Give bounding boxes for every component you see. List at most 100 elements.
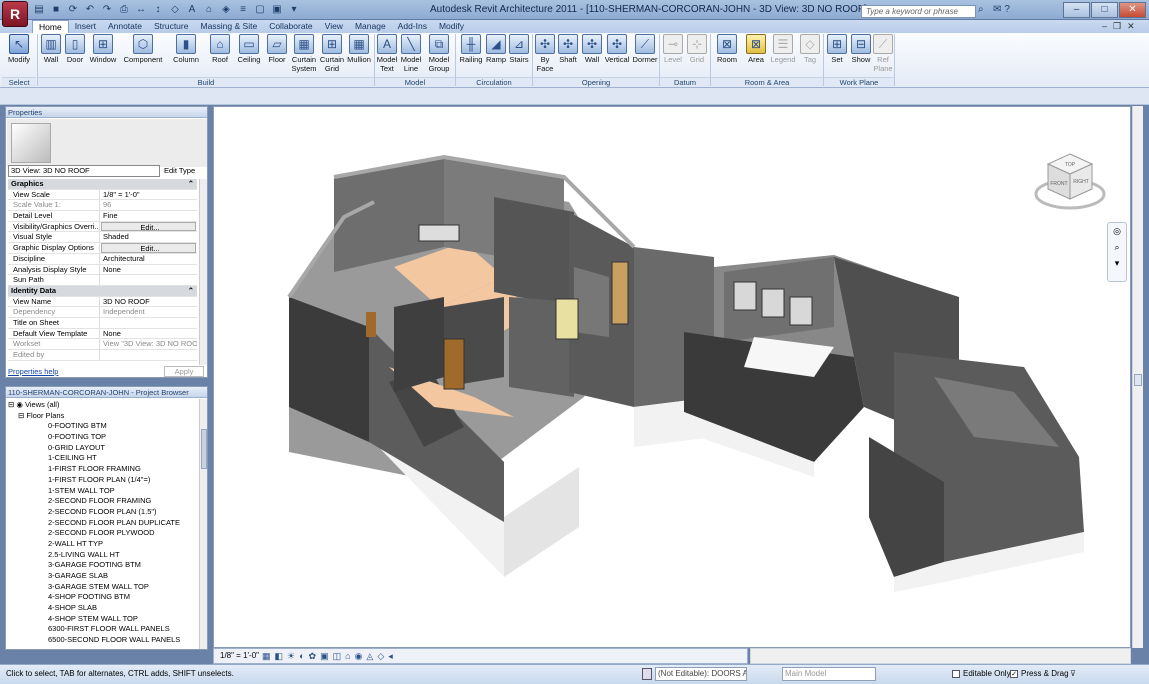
mullion-button[interactable]: ▦ Mullion bbox=[346, 34, 372, 74]
door-button[interactable]: ▯ Door bbox=[64, 34, 86, 74]
floor-plan-item[interactable]: 2-SECOND FLOOR PLYWOOD bbox=[8, 528, 198, 539]
grid-button[interactable]: ⊹ Grid bbox=[686, 34, 708, 74]
tab-insert[interactable]: Insert bbox=[69, 20, 102, 33]
property-value[interactable] bbox=[100, 275, 197, 285]
switch-windows-icon[interactable]: ▣ bbox=[270, 3, 284, 17]
property-value[interactable]: Fine bbox=[100, 211, 197, 221]
workset-icon[interactable] bbox=[642, 668, 652, 680]
floor-plan-item[interactable]: 0-FOOTING BTM bbox=[8, 421, 198, 432]
property-value[interactable]: 1/8" = 1'-0" bbox=[100, 190, 197, 200]
active-workset-select[interactable]: (Not Editable): DOORS AN bbox=[655, 667, 747, 681]
ceiling-button[interactable]: ▭ Ceiling bbox=[235, 34, 263, 74]
property-edit-button[interactable]: Edit... bbox=[101, 243, 196, 253]
qat-dropdown-icon[interactable]: ▾ bbox=[287, 3, 301, 17]
panel-select-label[interactable]: Select bbox=[2, 77, 36, 87]
panel-room-area-label[interactable]: Room & Area bbox=[711, 77, 823, 87]
property-value[interactable]: Architectural bbox=[100, 254, 197, 264]
floor-plan-item[interactable]: 3-GARAGE SLAB bbox=[8, 571, 198, 582]
press-drag-toggle[interactable]: ✓ Press & Drag bbox=[1010, 665, 1069, 683]
property-group[interactable]: Identity Data ⌃ bbox=[8, 285, 197, 297]
undo-icon[interactable]: ↶ bbox=[83, 3, 97, 17]
floor-plan-item[interactable]: 1-FIRST FLOOR FRAMING bbox=[8, 464, 198, 475]
section-icon[interactable]: ◈ bbox=[219, 3, 233, 17]
editable-only-checkbox[interactable] bbox=[952, 669, 960, 678]
collapse-icon[interactable]: ⌃ bbox=[188, 179, 194, 189]
doc-minimize-icon[interactable]: – bbox=[1102, 21, 1107, 32]
property-value[interactable]: 3D NO ROOF bbox=[100, 297, 197, 307]
roof-button[interactable]: ⌂ Roof bbox=[208, 34, 232, 74]
properties-help-link[interactable]: Properties help bbox=[8, 367, 58, 376]
curtain-grid-button[interactable]: ⊞ Curtain Grid bbox=[319, 34, 345, 74]
panel-circulation-label[interactable]: Circulation bbox=[456, 77, 532, 87]
text-icon[interactable]: A bbox=[185, 3, 199, 17]
floor-button[interactable]: ▱ Floor bbox=[265, 34, 289, 74]
tab-massing-site[interactable]: Massing & Site bbox=[194, 20, 263, 33]
ref-plane-button[interactable]: ⟋ Ref Plane bbox=[873, 34, 893, 74]
component-button[interactable]: ⬡ Component bbox=[122, 34, 164, 74]
property-edit-button[interactable]: Edit... bbox=[101, 221, 196, 232]
wall-opening-button[interactable]: ✣ Wall bbox=[581, 34, 603, 74]
floor-plan-item[interactable]: 1-CEILING HT bbox=[8, 453, 198, 464]
close-hidden-icon[interactable]: ▢ bbox=[253, 3, 267, 17]
property-value[interactable] bbox=[100, 350, 197, 360]
floor-plan-item[interactable]: 0-FOOTING TOP bbox=[8, 432, 198, 443]
print-icon[interactable]: ⎙ bbox=[117, 3, 131, 17]
level-button[interactable]: ⊸ Level bbox=[662, 34, 684, 74]
communication-center-icon[interactable]: ✉ bbox=[993, 4, 1001, 18]
panel-build-label[interactable]: Build bbox=[38, 77, 374, 87]
legend-button[interactable]: ☰ Legend bbox=[769, 34, 797, 74]
tree-group-floor-plans[interactable]: ⊟ Floor Plans bbox=[8, 411, 198, 422]
press-drag-checkbox[interactable]: ✓ bbox=[1010, 669, 1018, 678]
lock-3d-icon[interactable]: ⌂ bbox=[345, 649, 350, 663]
design-option-select[interactable]: Main Model bbox=[782, 667, 876, 681]
panel-model-label[interactable]: Model bbox=[375, 77, 455, 87]
floor-plan-item[interactable]: 6300-FIRST FLOOR WALL PANELS bbox=[8, 624, 198, 635]
vertical-opening-button[interactable]: ✣ Vertical bbox=[604, 34, 630, 74]
panel-datum-label[interactable]: Datum bbox=[660, 77, 710, 87]
tab-collaborate[interactable]: Collaborate bbox=[263, 20, 318, 33]
floor-plan-item[interactable]: 1-STEM WALL TOP bbox=[8, 486, 198, 497]
column-button[interactable]: ▮ Column bbox=[172, 34, 200, 74]
tab-structure[interactable]: Structure bbox=[148, 20, 195, 33]
search-input[interactable]: Type a keyword or phrase bbox=[861, 5, 976, 18]
view-scale[interactable]: 1/8" = 1'-0" bbox=[220, 649, 259, 663]
sun-path-icon[interactable]: ☀ bbox=[287, 649, 295, 663]
property-value[interactable]: Shaded bbox=[100, 232, 197, 242]
viewcube-front-label[interactable]: FRONT bbox=[1050, 181, 1067, 187]
ramp-button[interactable]: ◢ Ramp bbox=[485, 34, 507, 74]
floor-plan-item[interactable]: 2-SECOND FLOOR FRAMING bbox=[8, 496, 198, 507]
panel-work-plane-label[interactable]: Work Plane bbox=[824, 77, 894, 87]
scroll-thumb[interactable] bbox=[1134, 374, 1142, 386]
collapse-icon[interactable]: ⌃ bbox=[188, 286, 194, 296]
tab-modify[interactable]: Modify bbox=[433, 20, 470, 33]
floor-plan-item[interactable]: 4-SHOP FOOTING BTM bbox=[8, 592, 198, 603]
floor-plan-item[interactable]: 2-WALL HT TYP bbox=[8, 539, 198, 550]
viewport-horizontal-scrollbar[interactable] bbox=[750, 648, 1131, 664]
area-button[interactable]: ⊠ Area bbox=[744, 34, 768, 74]
edit-type-button[interactable]: Edit Type bbox=[164, 165, 195, 177]
property-value[interactable] bbox=[100, 318, 197, 328]
filter-icon[interactable]: ⊽ bbox=[1070, 665, 1076, 683]
opening-by-face-button[interactable]: ✣ By Face bbox=[534, 34, 556, 74]
crop-region-icon[interactable]: ◫ bbox=[333, 649, 342, 663]
property-value[interactable]: None bbox=[100, 265, 197, 275]
tab-annotate[interactable]: Annotate bbox=[102, 20, 148, 33]
properties-scrollbar[interactable] bbox=[199, 179, 207, 365]
doc-restore-icon[interactable]: ❐ bbox=[1113, 21, 1121, 32]
thin-lines-icon[interactable]: ≡ bbox=[236, 3, 250, 17]
floor-plan-item[interactable]: 2.5-LIVING WALL HT bbox=[8, 550, 198, 561]
sync-icon[interactable]: ⟳ bbox=[66, 3, 80, 17]
analysis-icon[interactable]: ◇ bbox=[377, 649, 384, 663]
help-icon[interactable]: ? bbox=[1004, 4, 1010, 18]
floor-plan-item[interactable]: 6500-SECOND FLOOR WALL PANELS bbox=[8, 635, 198, 646]
3d-view-icon[interactable]: ⌂ bbox=[202, 3, 216, 17]
property-value[interactable]: 96 bbox=[100, 200, 197, 210]
temporary-hide-icon[interactable]: ◉ bbox=[355, 649, 363, 663]
curtain-system-button[interactable]: ▦ Curtain System bbox=[290, 34, 318, 74]
type-selector[interactable]: 3D View: 3D NO ROOF bbox=[8, 165, 160, 177]
property-value[interactable]: View "3D View: 3D NO ROOF" bbox=[100, 339, 197, 349]
modify-button[interactable]: ↖ Modify bbox=[5, 34, 33, 74]
dormer-button[interactable]: ⟋ Dormer bbox=[632, 34, 658, 74]
zoom-icon[interactable]: ⌕ bbox=[1108, 239, 1126, 255]
scroll-left-icon[interactable]: ◂ bbox=[388, 649, 393, 663]
